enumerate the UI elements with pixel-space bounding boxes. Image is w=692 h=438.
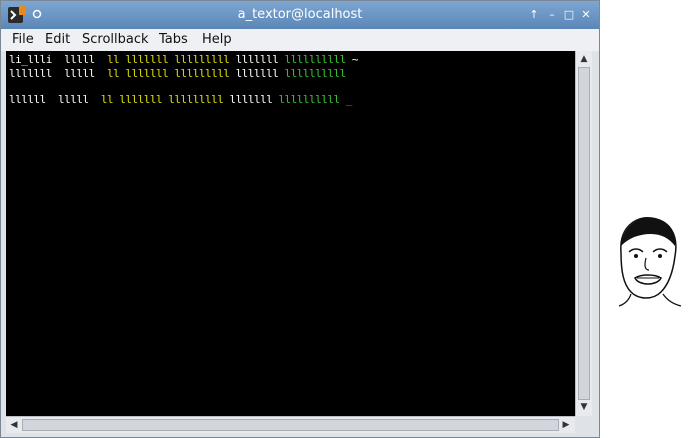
menu-file[interactable]: File [12,32,34,47]
terminal-text-segment: _ [339,93,353,106]
terminal-text-segment: li_llli [9,53,52,66]
minimize-button[interactable]: – [545,8,559,22]
scroll-down-arrow-icon[interactable]: ▼ [577,400,591,414]
terminal-line: lllllll lllll ll lllllll lllllllll lllll… [9,67,346,81]
terminal-text-segment: lllll [64,53,101,66]
scroll-up-arrow-icon[interactable]: ▲ [577,52,591,66]
menu-scrollback[interactable]: Scrollback [82,32,149,47]
horizontal-scroll-thumb[interactable] [22,419,559,431]
menu-bar: File Edit Scrollback Tabs Help [1,29,599,51]
terminal-text-segment: lllllll [235,53,279,66]
menu-edit[interactable]: Edit [45,32,70,47]
terminal-text-segment: ll lllllll lllllllll [100,53,236,66]
terminal-text-segment: llllllllll [278,93,340,106]
terminal-window: a_textor@localhost ↑ – □ ✕ File Edit Scr… [0,0,600,438]
keep-above-button[interactable]: ↑ [527,8,541,22]
terminal-text-segment: lllllll [9,67,52,80]
terminal-text-segment: lllllll [235,67,279,80]
terminal-line: llllll lllll ll lllllll lllllllll llllll… [9,93,352,107]
terminal-text-segment: ll lllllll lllllllll [94,93,230,106]
title-bar[interactable]: a_textor@localhost ↑ – □ ✕ [1,1,599,29]
scroll-left-arrow-icon[interactable]: ◀ [7,418,21,432]
terminal-output[interactable]: li_llli lllll ll lllllll lllllllll lllll… [6,51,575,416]
terminal-line: li_llli lllll ll lllllll lllllllll lllll… [9,53,359,67]
terminal-text-segment: lllll [64,67,101,80]
close-button[interactable]: ✕ [579,8,593,22]
scrollbar-corner [575,416,591,432]
terminal-text-segment: lllll [58,93,95,106]
menu-tabs[interactable]: Tabs [159,32,188,47]
window-title: a_textor@localhost [237,7,363,22]
terminal-text-segment: llllll [9,93,46,106]
terminal-text-segment: ll lllllll lllllllll [100,67,236,80]
vertical-scroll-thumb[interactable] [578,67,590,400]
scroll-right-arrow-icon[interactable]: ▶ [559,418,573,432]
terminal-text-segment: ~ [345,53,359,66]
vertical-scrollbar[interactable]: ▲ ▼ [575,51,592,416]
terminal-text-segment: llllllllll [284,67,347,80]
meme-face-icon [618,217,682,307]
terminal-text-segment: lllllll [229,93,273,106]
menu-help[interactable]: Help [202,32,232,47]
horizontal-scrollbar[interactable]: ◀ ▶ [6,416,575,433]
maximize-button[interactable]: □ [562,8,576,22]
terminal-text-segment: llllllllll [284,53,347,66]
